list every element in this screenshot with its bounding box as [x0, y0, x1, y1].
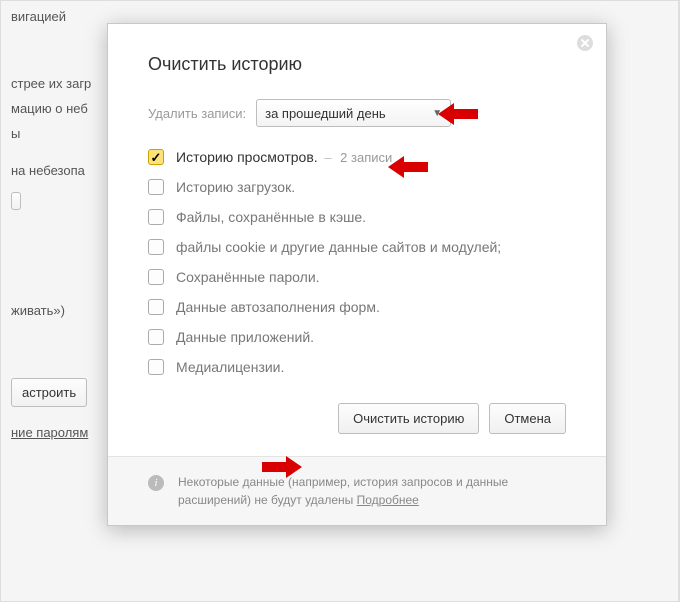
check-row-cookies[interactable]: файлы cookie и другие данные сайтов и мо…: [148, 239, 566, 255]
clear-history-dialog: Очистить историю Удалить записи: за прош…: [107, 23, 607, 526]
check-label: файлы cookie и другие данные сайтов и мо…: [176, 239, 501, 255]
checkbox[interactable]: [148, 299, 164, 315]
check-row-browsing-history[interactable]: ✓ Историю просмотров. – 2 записи: [148, 149, 566, 165]
dialog-footer: i Некоторые данные (например, история за…: [108, 456, 606, 525]
check-row-app-data[interactable]: Данные приложений.: [148, 329, 566, 345]
bg-button-fragment[interactable]: [11, 192, 21, 210]
check-label: Файлы, сохранённые в кэше.: [176, 209, 366, 225]
checkbox[interactable]: [148, 269, 164, 285]
checkbox-list: ✓ Историю просмотров. – 2 записи Историю…: [148, 149, 566, 375]
check-label: Медиалицензии.: [176, 359, 284, 375]
footer-text-wrap: Некоторые данные (например, история запр…: [178, 473, 566, 509]
checkbox[interactable]: [148, 209, 164, 225]
period-label: Удалить записи:: [148, 106, 246, 121]
check-row-autofill[interactable]: Данные автозаполнения форм.: [148, 299, 566, 315]
check-row-cache[interactable]: Файлы, сохранённые в кэше.: [148, 209, 566, 225]
more-link[interactable]: Подробнее: [357, 493, 419, 507]
check-label: Сохранённые пароли.: [176, 269, 320, 285]
checkbox[interactable]: [148, 359, 164, 375]
period-select[interactable]: за прошедший день ▼: [256, 99, 451, 127]
chevron-down-icon: ▼: [432, 108, 442, 119]
info-icon: i: [148, 475, 164, 491]
checkbox[interactable]: [148, 329, 164, 345]
close-icon[interactable]: [576, 34, 594, 52]
check-label: Историю просмотров.: [176, 149, 318, 165]
cancel-button[interactable]: Отмена: [489, 403, 566, 434]
dialog-title: Очистить историю: [148, 54, 566, 75]
clear-history-button[interactable]: Очистить историю: [338, 403, 479, 434]
check-extra: 2 записи: [340, 150, 392, 165]
period-select-value: за прошедший день: [265, 106, 386, 121]
bg-text: вигацией: [11, 9, 668, 24]
check-row-media-licenses[interactable]: Медиалицензии.: [148, 359, 566, 375]
check-label: Данные автозаполнения форм.: [176, 299, 380, 315]
checkbox[interactable]: ✓: [148, 149, 164, 165]
footer-text: Некоторые данные (например, история запр…: [178, 475, 508, 507]
checkbox[interactable]: [148, 179, 164, 195]
configure-button[interactable]: астроить: [11, 378, 87, 407]
check-row-download-history[interactable]: Историю загрузок.: [148, 179, 566, 195]
checkbox[interactable]: [148, 239, 164, 255]
check-label: Историю загрузок.: [176, 179, 295, 195]
check-row-passwords[interactable]: Сохранённые пароли.: [148, 269, 566, 285]
check-label: Данные приложений.: [176, 329, 314, 345]
